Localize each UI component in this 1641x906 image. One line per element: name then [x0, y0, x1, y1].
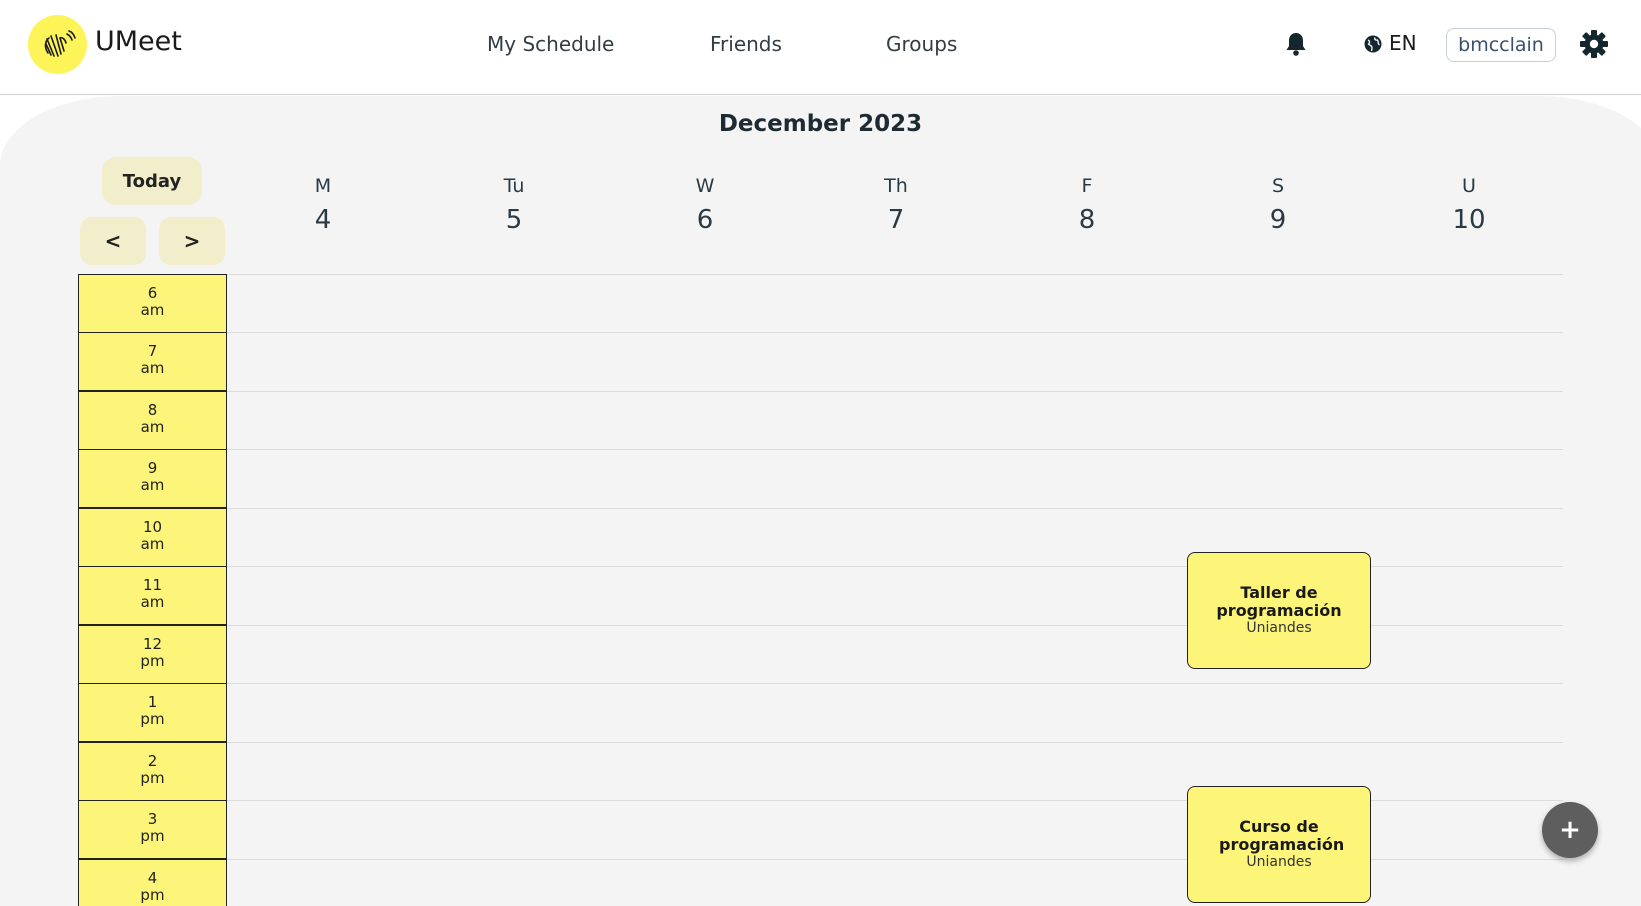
event-card[interactable]: Taller de programación Uniandes — [1187, 552, 1371, 669]
grid-line — [226, 449, 1563, 450]
hour-cell: 7 am — [78, 332, 227, 391]
bell-icon[interactable] — [1284, 31, 1308, 57]
day-number: 6 — [696, 205, 714, 235]
hour-cell: 8 am — [78, 391, 227, 450]
hour-period: pm — [140, 827, 165, 845]
day-number: 7 — [887, 205, 905, 235]
hour-period: am — [140, 593, 165, 611]
hour-period: am — [140, 535, 165, 553]
hour-period: am — [140, 359, 165, 377]
hour-number: 2 — [147, 752, 158, 770]
hour-period: am — [140, 476, 165, 494]
hour-number: 11 — [142, 576, 163, 594]
nav-groups[interactable]: Groups — [886, 32, 957, 56]
next-week-button[interactable]: > — [159, 217, 225, 265]
hour-cell: 1 pm — [78, 683, 227, 742]
user-profile-button[interactable]: bmcclain — [1446, 28, 1556, 62]
hour-period: pm — [140, 886, 165, 904]
add-event-button[interactable]: + — [1542, 802, 1598, 858]
hour-cell: 2 pm — [78, 742, 227, 801]
globe-icon — [1364, 35, 1382, 53]
day-number: 9 — [1269, 205, 1287, 235]
hour-number: 8 — [147, 401, 158, 419]
hour-number: 9 — [147, 459, 158, 477]
hour-number: 12 — [142, 635, 163, 653]
hour-period: pm — [140, 769, 165, 787]
month-title: December 2023 — [718, 111, 923, 137]
grid-line — [226, 274, 1563, 275]
today-button[interactable]: Today — [102, 157, 202, 205]
event-subtitle: Uniandes — [1246, 620, 1312, 636]
hour-cell: 3 pm — [78, 800, 227, 859]
event-title: Taller de programación — [1216, 583, 1342, 620]
hour-period: pm — [140, 710, 165, 728]
day-number: 4 — [314, 205, 332, 235]
day-number: 8 — [1078, 205, 1096, 235]
hour-period: am — [140, 418, 165, 436]
day-number: 5 — [505, 205, 523, 235]
day-header-tuesday: Tu 5 — [419, 175, 609, 235]
day-number: 10 — [1452, 205, 1486, 235]
day-letter: U — [1462, 175, 1476, 197]
grid-line — [226, 391, 1563, 392]
hour-period: pm — [140, 652, 165, 670]
app-title: UMeet — [95, 26, 182, 57]
hour-cell: 10 am — [78, 508, 227, 567]
hour-number: 4 — [147, 869, 158, 887]
gear-icon[interactable] — [1579, 29, 1609, 59]
day-header-sunday: U 10 — [1374, 175, 1564, 235]
grid-line — [226, 683, 1563, 684]
day-header-monday: M 4 — [228, 175, 418, 235]
hour-number: 6 — [147, 284, 158, 302]
day-letter: S — [1271, 175, 1285, 197]
hour-cell: 12 pm — [78, 625, 227, 684]
nav-my-schedule[interactable]: My Schedule — [487, 32, 614, 56]
day-letter: W — [695, 175, 715, 197]
hour-cell: 4 pm — [78, 859, 227, 906]
day-letter: Tu — [503, 175, 525, 197]
language-selector[interactable]: EN — [1389, 31, 1417, 55]
prev-week-button[interactable]: < — [80, 217, 146, 265]
day-header-wednesday: W 6 — [610, 175, 800, 235]
grid-line — [226, 508, 1563, 509]
event-subtitle: Uniandes — [1246, 854, 1312, 870]
day-letter: F — [1081, 175, 1093, 197]
event-card[interactable]: Curso de programación Uniandes — [1187, 786, 1371, 903]
hour-number: 7 — [147, 342, 158, 360]
hour-number: 10 — [142, 518, 163, 536]
hour-number: 1 — [147, 693, 158, 711]
grid-line — [226, 742, 1563, 743]
waving-hand-icon — [44, 29, 76, 57]
day-header-saturday: S 9 — [1183, 175, 1373, 235]
nav-friends[interactable]: Friends — [710, 32, 782, 56]
grid-line — [226, 332, 1563, 333]
day-header-friday: F 8 — [992, 175, 1182, 235]
day-letter: Th — [884, 175, 908, 197]
hour-cell: 6 am — [78, 274, 227, 333]
day-letter: M — [314, 175, 332, 197]
event-title: Curso de programación — [1219, 817, 1345, 854]
umeet-logo[interactable] — [28, 15, 87, 74]
top-navbar: UMeet My Schedule Friends Groups EN bmcc… — [0, 0, 1641, 95]
hour-cell: 11 am — [78, 566, 227, 625]
hour-cell: 9 am — [78, 449, 227, 508]
hour-number: 3 — [147, 810, 158, 828]
hour-period: am — [140, 301, 165, 319]
day-header-thursday: Th 7 — [801, 175, 991, 235]
